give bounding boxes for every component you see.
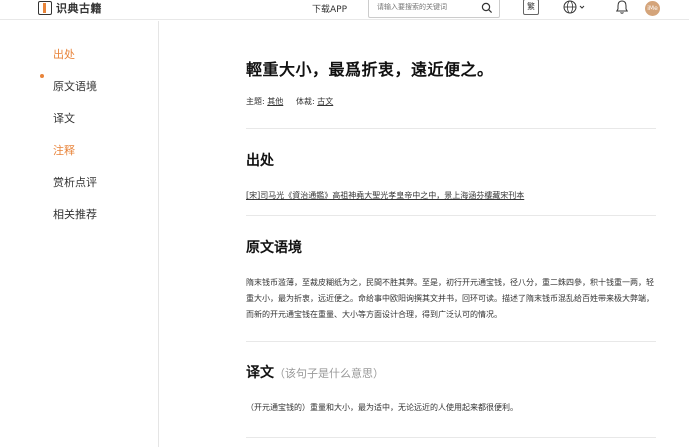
translation-heading: 译文（该句子是什么意思） bbox=[246, 362, 384, 382]
search-box[interactable] bbox=[368, 0, 500, 18]
sidebar-item-context[interactable]: 原文语境 bbox=[53, 78, 97, 94]
search-input[interactable] bbox=[377, 3, 477, 11]
source-link[interactable]: [宋]司马光《資治通鑑》高祖神堯大聖光孝皇帝中之中，景上海涵芬樓藏宋刊本 bbox=[246, 190, 524, 201]
context-paragraph: 隋末钱币滥薄，至裁皮糊纸为之，民間不胜其弊。至是，初行开元通宝钱，径八分，重二銖… bbox=[246, 278, 654, 319]
sidebar-item-recommend[interactable]: 相关推荐 bbox=[53, 206, 97, 222]
source-heading: 出处 bbox=[246, 153, 274, 169]
theme-label: 主題: bbox=[246, 97, 265, 106]
globe-icon[interactable] bbox=[562, 0, 586, 17]
context-heading: 原文语境 bbox=[246, 240, 302, 256]
meta-info: 主題: 其他 体裁: 古文 bbox=[246, 96, 333, 107]
active-dot-icon bbox=[40, 74, 44, 78]
top-header: 识典古籍 下载APP 繁 iMe bbox=[0, 0, 689, 20]
divider bbox=[246, 215, 656, 216]
sidebar-item-source[interactable]: 出处 bbox=[53, 46, 75, 62]
logo[interactable]: 识典古籍 bbox=[38, 0, 102, 16]
translation-paragraph: （开元通宝钱的）重量和大小，最为适中，无论远近的人使用起来都很便利。 bbox=[246, 403, 518, 412]
logo-text: 识典古籍 bbox=[56, 2, 102, 15]
page-title: 輕重大小，最爲折衷，遠近便之。 bbox=[246, 60, 494, 79]
genre-label: 体裁: bbox=[295, 97, 315, 106]
divider bbox=[246, 341, 656, 342]
genre-link[interactable]: 古文 bbox=[317, 97, 333, 106]
translation-subheading: （该句子是什么意思） bbox=[274, 367, 384, 380]
divider bbox=[246, 128, 656, 129]
theme-link[interactable]: 其他 bbox=[267, 97, 283, 106]
sidebar-item-translation[interactable]: 译文 bbox=[53, 110, 75, 126]
sidebar-item-appreciation[interactable]: 赏析点评 bbox=[53, 174, 97, 190]
sidebar-item-notes[interactable]: 注释 bbox=[53, 142, 75, 158]
bell-icon[interactable] bbox=[614, 0, 630, 15]
traditional-toggle-button[interactable]: 繁 bbox=[523, 0, 539, 15]
search-icon[interactable] bbox=[481, 2, 493, 14]
logo-icon bbox=[38, 1, 52, 15]
translation-heading-text: 译文 bbox=[246, 365, 274, 381]
avatar[interactable]: iMe bbox=[645, 1, 660, 16]
divider bbox=[246, 437, 656, 438]
download-app-link[interactable]: 下载APP bbox=[312, 2, 347, 15]
